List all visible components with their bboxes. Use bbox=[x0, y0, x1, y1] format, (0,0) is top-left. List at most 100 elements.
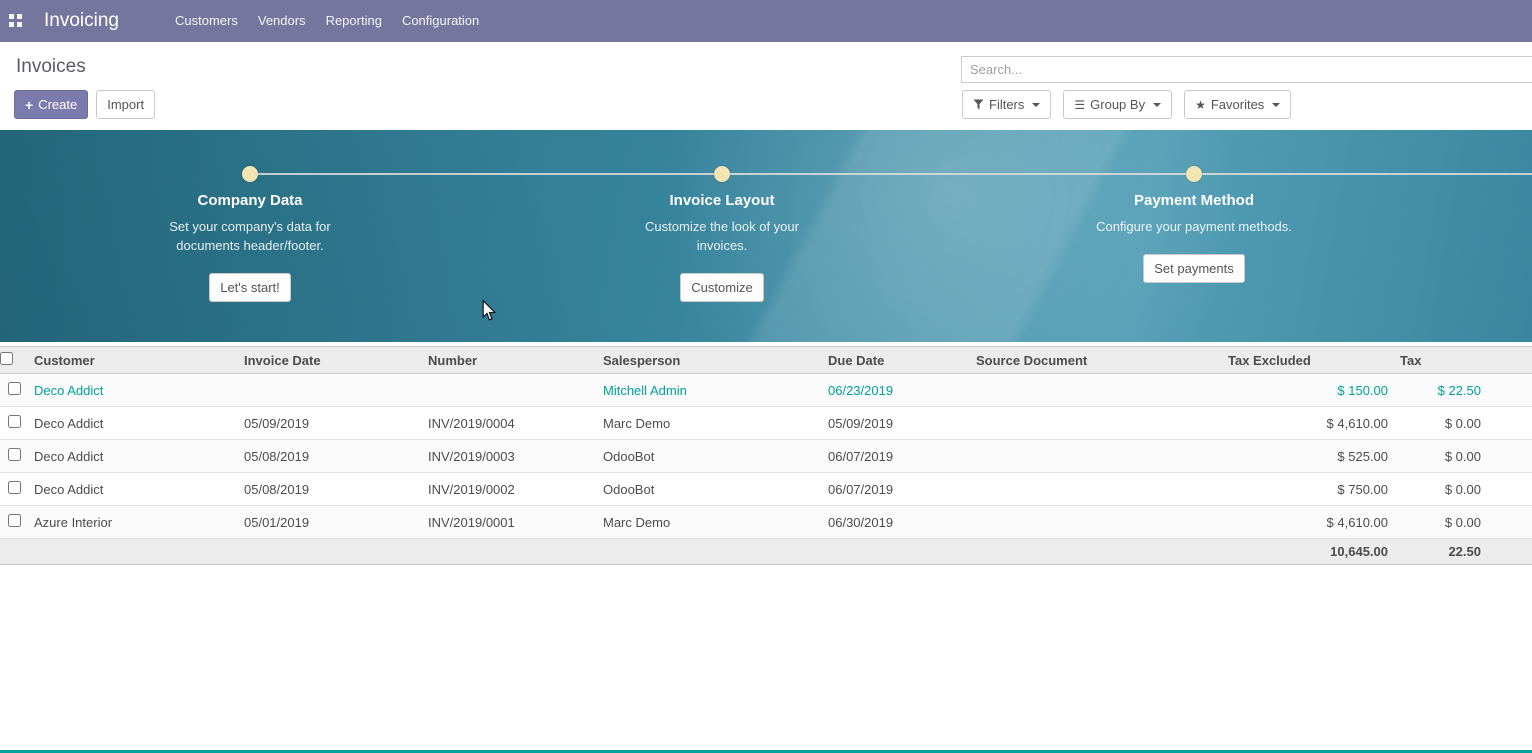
menu-customers[interactable]: Customers bbox=[165, 0, 248, 42]
column-header-number[interactable]: Number bbox=[422, 347, 597, 374]
menu-vendors[interactable]: Vendors bbox=[248, 0, 316, 42]
create-button[interactable]: + Create bbox=[14, 90, 88, 119]
list-icon: ☰ bbox=[1074, 99, 1085, 111]
cell-number bbox=[422, 374, 597, 407]
caret-down-icon bbox=[1272, 103, 1280, 107]
cell-tax-excluded: $ 4,610.00 bbox=[1222, 407, 1394, 440]
table-row[interactable]: Deco Addict 05/08/2019 INV/2019/0002 Odo… bbox=[0, 473, 1532, 506]
cell-customer: Deco Addict bbox=[28, 440, 238, 473]
table-row[interactable]: Deco Addict 05/08/2019 INV/2019/0003 Odo… bbox=[0, 440, 1532, 473]
cell-salesperson: Mitchell Admin bbox=[597, 374, 822, 407]
column-header-tax[interactable]: Tax bbox=[1394, 347, 1532, 374]
action-buttons: + Create Import bbox=[14, 90, 155, 119]
step-title: Payment Method bbox=[974, 192, 1414, 209]
row-checkbox[interactable] bbox=[8, 514, 21, 527]
onboarding-step-invoice-layout: Invoice Layout Customize the look of you… bbox=[502, 192, 942, 302]
table-row[interactable]: Deco Addict Mitchell Admin 06/23/2019 $ … bbox=[0, 374, 1532, 407]
step-description: Configure your payment methods. bbox=[1091, 217, 1298, 236]
cell-number: INV/2019/0002 bbox=[422, 473, 597, 506]
cell-invoice-date bbox=[238, 374, 422, 407]
cell-source-document bbox=[970, 473, 1222, 506]
set-payments-button[interactable]: Set payments bbox=[1143, 254, 1245, 283]
cell-tax-excluded: $ 525.00 bbox=[1222, 440, 1394, 473]
cell-tax: $ 0.00 bbox=[1394, 506, 1532, 539]
cell-due-date: 06/30/2019 bbox=[822, 506, 970, 539]
cell-due-date: 06/23/2019 bbox=[822, 374, 970, 407]
search-input[interactable] bbox=[961, 56, 1532, 83]
cell-invoice-date: 05/08/2019 bbox=[238, 440, 422, 473]
cell-salesperson: Marc Demo bbox=[597, 407, 822, 440]
column-header-invoice-date[interactable]: Invoice Date bbox=[238, 347, 422, 374]
step-title: Invoice Layout bbox=[502, 192, 942, 209]
cell-salesperson: Marc Demo bbox=[597, 506, 822, 539]
totals-row: 10,645.00 22.50 bbox=[0, 539, 1532, 565]
column-header-due-date[interactable]: Due Date bbox=[822, 347, 970, 374]
cell-tax: $ 0.00 bbox=[1394, 473, 1532, 506]
table-header-row: Customer Invoice Date Number Salesperson… bbox=[0, 347, 1532, 374]
top-navbar: Invoicing Customers Vendors Reporting Co… bbox=[0, 0, 1532, 42]
lets-start-button[interactable]: Let's start! bbox=[209, 273, 291, 302]
cell-due-date: 05/09/2019 bbox=[822, 407, 970, 440]
step-title: Company Data bbox=[30, 192, 470, 209]
cell-tax-excluded: $ 150.00 bbox=[1222, 374, 1394, 407]
total-tax-excluded: 10,645.00 bbox=[1222, 539, 1394, 565]
plus-icon: + bbox=[25, 98, 33, 112]
timeline-dot bbox=[1186, 166, 1202, 182]
row-checkbox[interactable] bbox=[8, 481, 21, 494]
apps-grid-icon[interactable] bbox=[9, 14, 23, 28]
star-icon: ★ bbox=[1195, 99, 1206, 111]
filters-button[interactable]: Filters bbox=[962, 90, 1051, 119]
onboarding-banner: Company Data Set your company's data for… bbox=[0, 130, 1532, 342]
cell-tax-excluded: $ 750.00 bbox=[1222, 473, 1394, 506]
cell-invoice-date: 05/01/2019 bbox=[238, 506, 422, 539]
cell-number: INV/2019/0003 bbox=[422, 440, 597, 473]
cell-salesperson: OdooBot bbox=[597, 473, 822, 506]
onboarding-step-payment-method: Payment Method Configure your payment me… bbox=[974, 192, 1414, 283]
page-title: Invoices bbox=[16, 56, 86, 78]
table-row[interactable]: Deco Addict 05/09/2019 INV/2019/0004 Mar… bbox=[0, 407, 1532, 440]
customize-button[interactable]: Customize bbox=[680, 273, 763, 302]
menu-configuration[interactable]: Configuration bbox=[392, 0, 489, 42]
cell-tax: $ 0.00 bbox=[1394, 407, 1532, 440]
cell-salesperson: OdooBot bbox=[597, 440, 822, 473]
filter-funnel-icon bbox=[973, 99, 984, 110]
cell-number: INV/2019/0004 bbox=[422, 407, 597, 440]
main-menu: Customers Vendors Reporting Configuratio… bbox=[165, 0, 489, 42]
column-header-tax-excluded[interactable]: Tax Excluded bbox=[1222, 347, 1394, 374]
row-checkbox[interactable] bbox=[8, 382, 21, 395]
cell-due-date: 06/07/2019 bbox=[822, 440, 970, 473]
caret-down-icon bbox=[1153, 103, 1161, 107]
select-all-checkbox[interactable] bbox=[0, 352, 13, 365]
onboarding-step-company-data: Company Data Set your company's data for… bbox=[30, 192, 470, 302]
table-row[interactable]: Azure Interior 05/01/2019 INV/2019/0001 … bbox=[0, 506, 1532, 539]
app-name[interactable]: Invoicing bbox=[44, 10, 119, 32]
cell-number: INV/2019/0001 bbox=[422, 506, 597, 539]
row-checkbox[interactable] bbox=[8, 448, 21, 461]
step-description: Customize the look of your invoices. bbox=[619, 217, 826, 255]
import-button[interactable]: Import bbox=[96, 90, 155, 119]
favorites-button[interactable]: ★ Favorites bbox=[1184, 90, 1291, 119]
invoice-list-table: Customer Invoice Date Number Salesperson… bbox=[0, 346, 1532, 565]
timeline-dot bbox=[714, 166, 730, 182]
cell-customer: Azure Interior bbox=[28, 506, 238, 539]
column-header-salesperson[interactable]: Salesperson bbox=[597, 347, 822, 374]
cell-source-document bbox=[970, 506, 1222, 539]
caret-down-icon bbox=[1032, 103, 1040, 107]
cell-invoice-date: 05/09/2019 bbox=[238, 407, 422, 440]
cell-customer: Deco Addict bbox=[28, 374, 238, 407]
cell-invoice-date: 05/08/2019 bbox=[238, 473, 422, 506]
column-header-customer[interactable]: Customer bbox=[28, 347, 238, 374]
cell-customer: Deco Addict bbox=[28, 473, 238, 506]
cell-tax: $ 0.00 bbox=[1394, 440, 1532, 473]
group-by-button[interactable]: ☰ Group By bbox=[1063, 90, 1172, 119]
cell-source-document bbox=[970, 440, 1222, 473]
cell-tax-excluded: $ 4,610.00 bbox=[1222, 506, 1394, 539]
total-tax: 22.50 bbox=[1394, 539, 1532, 565]
menu-reporting[interactable]: Reporting bbox=[316, 0, 392, 42]
cell-due-date: 06/07/2019 bbox=[822, 473, 970, 506]
search-option-buttons: Filters ☰ Group By ★ Favorites bbox=[962, 90, 1291, 119]
row-checkbox[interactable] bbox=[8, 415, 21, 428]
cell-tax: $ 22.50 bbox=[1394, 374, 1532, 407]
timeline-line bbox=[250, 173, 1532, 175]
column-header-source-document[interactable]: Source Document bbox=[970, 347, 1222, 374]
